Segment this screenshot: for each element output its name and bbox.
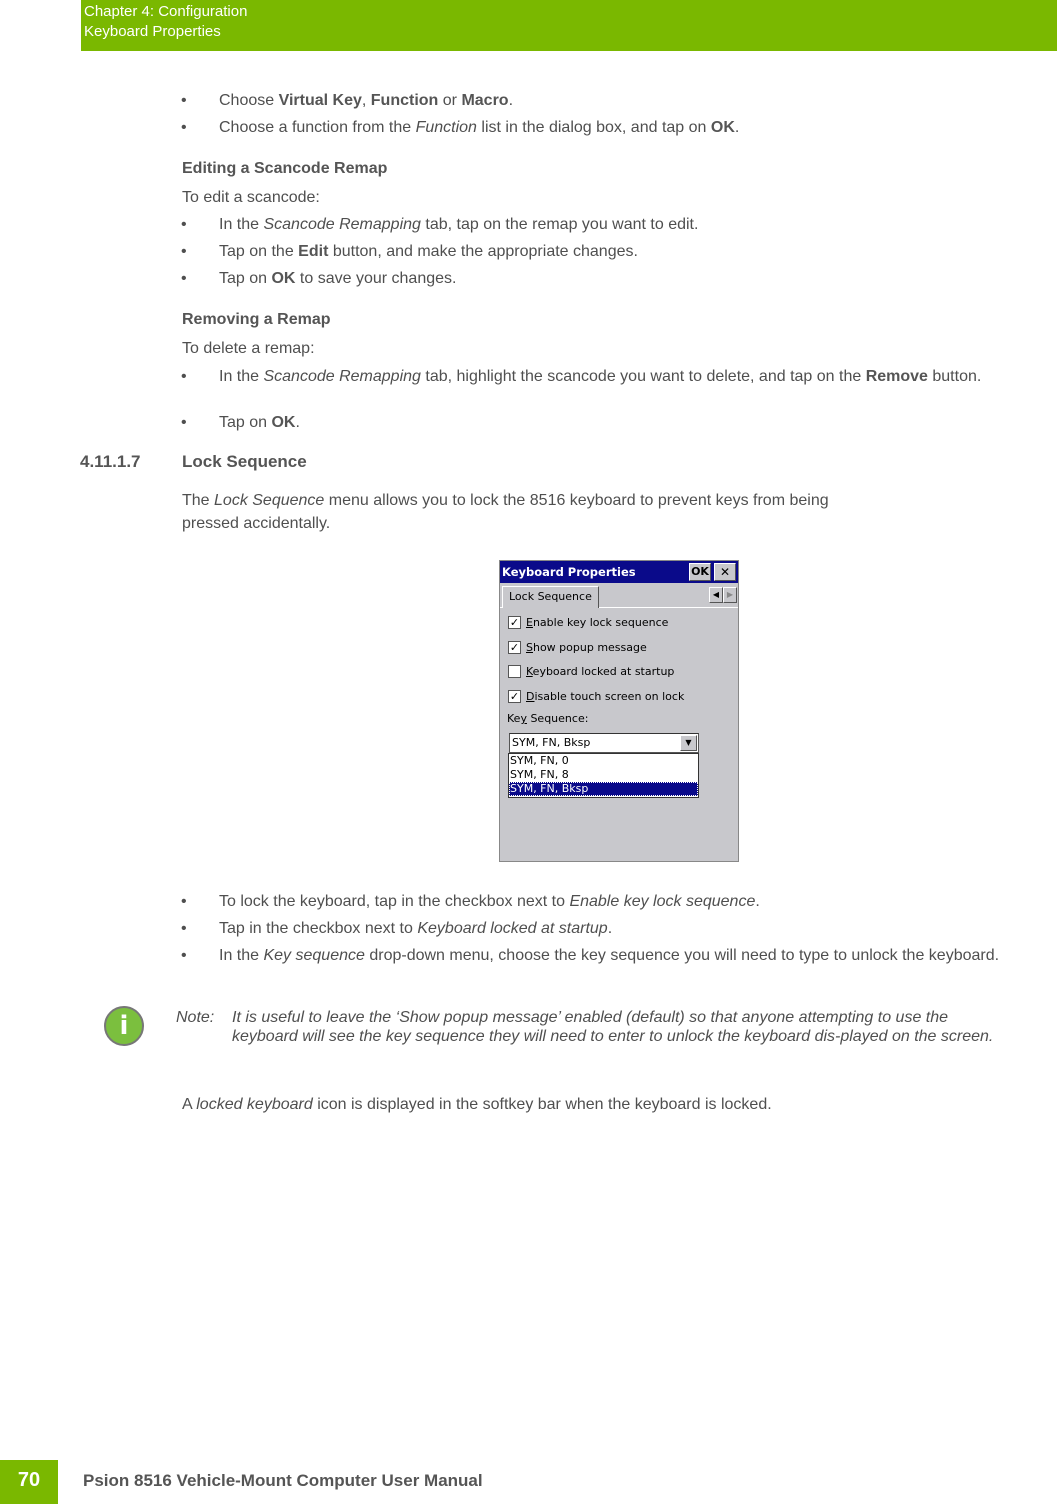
text-run: button, and make the appropriate changes… <box>328 243 638 260</box>
text-run: A <box>182 1096 197 1113</box>
closing-paragraph: A locked keyboard icon is displayed in t… <box>182 1095 772 1115</box>
key-sequence-label: Key Sequence: <box>507 712 589 725</box>
text-run: In the <box>219 368 264 385</box>
checkbox-checked[interactable]: ✓ <box>508 689 521 703</box>
key-sequence-value: SYM, FN, Bksp <box>512 736 591 749</box>
text-run: drop-down menu, choose the key sequence … <box>364 947 1000 964</box>
note-label: Note: <box>176 1009 215 1026</box>
text-run: The <box>182 492 215 509</box>
italic-term: Scancode Remapping <box>263 216 421 233</box>
text-run: icon is displayed in the softkey bar whe… <box>312 1096 772 1113</box>
text-run: menu allows you to lock the 8516 keyboar… <box>324 492 829 509</box>
text-run: tab, tap on the remap you want to edit. <box>420 216 699 233</box>
close-icon: ✕ <box>719 565 731 579</box>
accelerator-key: S <box>526 640 533 654</box>
dropdown-option[interactable]: SYM, FN, 0 <box>509 754 698 768</box>
text-run: . <box>734 119 740 136</box>
italic-term: Scancode Remapping <box>263 368 421 385</box>
text-run: , <box>361 92 371 109</box>
bold-term: Virtual Key <box>278 92 362 109</box>
key-sequence-select[interactable]: SYM, FN, Bksp ▼ <box>509 733 699 753</box>
text-run: Choose a function from the <box>219 119 416 136</box>
note-body: It is useful to leave the ‘Show popup me… <box>232 1009 994 1045</box>
checkbox-checked[interactable]: ✓ <box>508 616 521 629</box>
text-run: In the <box>219 216 264 233</box>
label-text: isable touch screen on lock <box>534 689 685 703</box>
section-title: Keyboard Properties <box>84 23 221 40</box>
text-run: . <box>295 414 300 431</box>
bold-term: OK <box>271 270 296 287</box>
bold-term: Remove <box>865 368 928 385</box>
text-run: Choose <box>219 92 279 109</box>
tab-scroll: ◀ ▶ <box>709 587 737 603</box>
text-run: pressed accidentally. <box>182 515 331 532</box>
text-run: Tap on <box>219 414 272 431</box>
text-run: . <box>508 92 514 109</box>
section-number: 4.11.1.7 <box>80 452 141 471</box>
subheading-editing: Editing a Scancode Remap <box>182 160 388 177</box>
ok-button[interactable]: OK <box>689 563 711 581</box>
bold-term: Edit <box>298 243 329 260</box>
text-run: tab, highlight the scancode you want to … <box>420 368 866 385</box>
text-run: button. <box>927 368 982 385</box>
label-text: nable key lock sequence <box>532 616 669 629</box>
dropdown-button[interactable]: ▼ <box>680 735 697 751</box>
italic-term: Lock Sequence <box>214 492 325 509</box>
checkbox-label: Disable touch screen on lock <box>526 690 684 704</box>
page-number: 70 <box>0 1460 58 1504</box>
arrow-left-icon: ◀ <box>712 590 720 599</box>
bold-term: OK <box>710 119 735 136</box>
checkbox-label: Show popup message <box>526 641 647 655</box>
text-run: list in the dialog box, and tap on <box>476 119 711 136</box>
checkbox-checked[interactable]: ✓ <box>508 640 521 654</box>
text-run: . <box>755 893 760 910</box>
info-icon: i <box>104 1006 144 1046</box>
checkbox-label: Enable key lock sequence <box>526 616 668 630</box>
checkbox-unchecked[interactable] <box>508 665 521 678</box>
bold-term: Function <box>370 92 439 109</box>
italic-term: Enable key lock sequence <box>569 893 756 910</box>
arrow-right-icon: ▶ <box>726 590 734 599</box>
tab-scroll-right[interactable]: ▶ <box>723 587 737 603</box>
tab-scroll-left[interactable]: ◀ <box>709 587 723 603</box>
tab-strip: Lock Sequence ◀ ▶ <box>500 583 738 608</box>
text-run: Tap on the <box>219 243 299 260</box>
text-run: Tap on <box>219 270 272 287</box>
italic-term: Keyboard locked at startup <box>417 920 608 937</box>
text-run: or <box>438 92 462 109</box>
text-run: to save your changes. <box>295 270 457 287</box>
removing-intro: To delete a remap: <box>182 340 315 357</box>
section-heading: Lock Sequence <box>182 452 307 471</box>
close-button[interactable]: ✕ <box>714 563 736 581</box>
text-run: In the <box>219 947 264 964</box>
text-run: To lock the keyboard, tap in the checkbo… <box>219 893 570 910</box>
bold-term: OK <box>271 414 296 431</box>
dropdown-option[interactable]: SYM, FN, 8 <box>509 768 698 782</box>
keyboard-properties-dialog: Keyboard Properties OK ✕ Lock Sequence ◀… <box>499 560 739 862</box>
page-header: Chapter 4: Configuration Keyboard Proper… <box>81 0 1057 51</box>
bold-term: Macro <box>461 92 509 109</box>
label-text: eyboard locked at startup <box>532 665 675 678</box>
section-intro: The Lock Sequence menu allows you to loc… <box>182 489 982 535</box>
checkbox-label: Keyboard locked at startup <box>526 665 674 679</box>
italic-term: Key sequence <box>263 947 365 964</box>
manual-title: Psion 8516 Vehicle-Mount Computer User M… <box>83 1471 483 1490</box>
accelerator-key: E <box>526 616 533 629</box>
key-sequence-options: SYM, FN, 0 SYM, FN, 8 SYM, FN, Bksp <box>508 753 699 798</box>
text-run: . <box>607 920 613 937</box>
chevron-down-icon: ▼ <box>685 738 692 747</box>
italic-term: Function <box>415 119 477 136</box>
italic-term: locked keyboard <box>196 1096 313 1113</box>
subheading-removing: Removing a Remap <box>182 311 331 328</box>
editing-intro: To edit a scancode: <box>182 189 320 206</box>
accelerator-key: K <box>526 665 533 678</box>
chapter-title: Chapter 4: Configuration <box>84 3 248 20</box>
label-text: how popup message <box>532 640 647 654</box>
text-run: Tap in the checkbox next to <box>219 920 418 937</box>
tab-lock-sequence[interactable]: Lock Sequence <box>502 586 599 608</box>
dropdown-option[interactable]: SYM, FN, Bksp <box>509 782 698 796</box>
